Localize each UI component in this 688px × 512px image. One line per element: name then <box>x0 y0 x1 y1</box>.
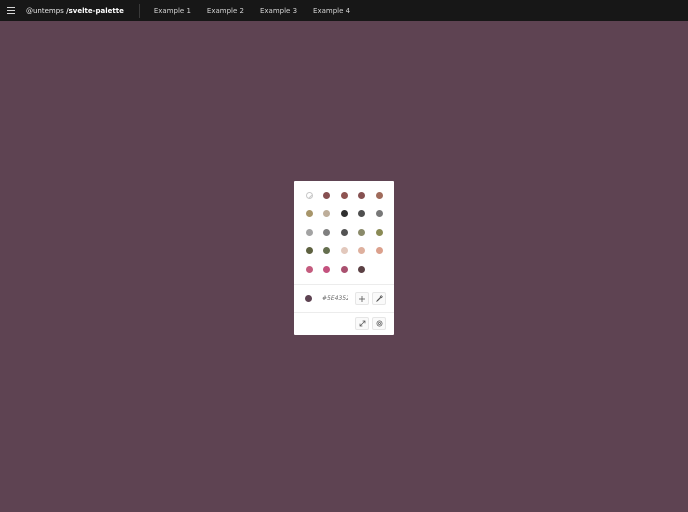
swatch-grid <box>294 181 394 284</box>
nav-example-1[interactable]: Example 1 <box>154 7 191 15</box>
hex-color-input[interactable] <box>320 293 350 304</box>
color-swatch[interactable] <box>376 247 383 254</box>
add-color-button[interactable] <box>355 292 369 305</box>
color-swatch[interactable] <box>358 210 365 217</box>
top-navigation-bar: @untemps /svelte-palette Example 1 Examp… <box>0 0 688 21</box>
brand-package: /svelte-palette <box>66 6 124 15</box>
color-swatch[interactable] <box>376 192 383 199</box>
nav-example-2[interactable]: Example 2 <box>207 7 244 15</box>
color-swatch[interactable] <box>358 229 365 236</box>
hamburger-icon <box>6 7 15 14</box>
brand-title[interactable]: @untemps /svelte-palette <box>26 7 124 15</box>
color-swatch[interactable] <box>341 247 348 254</box>
palette-divider-1 <box>294 284 394 285</box>
eyedropper-button[interactable] <box>372 292 386 305</box>
nav-example-3[interactable]: Example 3 <box>260 7 297 15</box>
color-swatch[interactable] <box>376 229 383 236</box>
settings-button[interactable] <box>372 317 386 330</box>
color-swatch[interactable] <box>306 247 313 254</box>
color-swatch[interactable] <box>341 210 348 217</box>
color-swatch[interactable] <box>341 266 348 273</box>
plus-icon <box>359 295 365 302</box>
gear-icon <box>376 320 383 327</box>
color-swatch[interactable] <box>376 210 383 217</box>
color-swatch[interactable] <box>358 266 365 273</box>
nav-example-4[interactable]: Example 4 <box>313 7 350 15</box>
header-divider <box>138 3 140 18</box>
palette-divider-2 <box>294 312 394 313</box>
expand-icon <box>359 320 366 327</box>
color-swatch[interactable] <box>323 247 330 254</box>
color-swatch[interactable] <box>306 266 313 273</box>
brand-scope: @untemps <box>26 6 64 15</box>
color-swatch[interactable] <box>323 192 330 199</box>
color-swatch[interactable] <box>306 229 313 236</box>
transparent-swatch[interactable] <box>306 192 313 199</box>
color-swatch[interactable] <box>358 247 365 254</box>
color-swatch[interactable] <box>323 229 330 236</box>
color-swatch[interactable] <box>306 210 313 217</box>
current-color-swatch <box>305 295 312 302</box>
color-swatch[interactable] <box>341 192 348 199</box>
expand-button[interactable] <box>355 317 369 330</box>
eyedropper-icon <box>375 295 383 302</box>
color-swatch[interactable] <box>323 266 330 273</box>
examples-nav: Example 1 Example 2 Example 3 Example 4 <box>154 7 366 15</box>
menu-button[interactable] <box>0 0 21 21</box>
color-swatch[interactable] <box>341 229 348 236</box>
color-swatch[interactable] <box>358 192 365 199</box>
color-swatch[interactable] <box>323 210 330 217</box>
color-palette <box>294 181 394 335</box>
